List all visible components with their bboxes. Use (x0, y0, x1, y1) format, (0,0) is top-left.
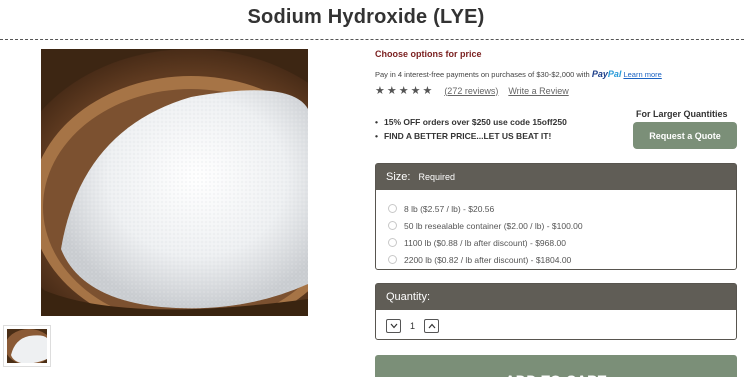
promo-list: 15% OFF orders over $250 use code 15off2… (375, 115, 567, 143)
promo-item: 15% OFF orders over $250 use code 15off2… (375, 115, 567, 129)
quantity-stepper: 1 (376, 310, 736, 333)
product-thumbnail[interactable] (3, 325, 51, 367)
size-option-label: 8 lb ($2.57 / lb) - $20.56 (404, 203, 495, 214)
add-to-cart-button[interactable]: ADD TO CART (375, 355, 737, 377)
size-option-50lb[interactable]: 50 lb resealable container ($2.00 / lb) … (388, 217, 736, 234)
size-label: Size: (386, 171, 411, 183)
size-header: Size: Required (376, 164, 736, 190)
size-option-2200lb[interactable]: 2200 lb ($0.82 / lb after discount) - $1… (388, 251, 736, 268)
size-option-8lb[interactable]: 8 lb ($2.57 / lb) - $20.56 (388, 200, 736, 217)
title-divider (0, 39, 744, 40)
quantity-header: Quantity: (376, 284, 736, 310)
write-review-link[interactable]: Write a Review (508, 86, 568, 96)
promo-item: FIND A BETTER PRICE...LET US BEAT IT! (375, 129, 567, 143)
learn-more-link[interactable]: Learn more (623, 70, 661, 79)
quantity-input[interactable]: 1 (401, 321, 424, 331)
radio-icon[interactable] (388, 221, 397, 230)
chevron-up-icon (428, 323, 435, 329)
quantity-label: Quantity: (386, 291, 431, 303)
paypal-installments: Pay in 4 interest-free payments on purch… (375, 69, 662, 79)
size-option-label: 50 lb resealable container ($2.00 / lb) … (404, 220, 583, 231)
larger-quantities-heading: For Larger Quantities (636, 109, 728, 119)
rating-row: ★★★★★ (272 reviews) Write a Review (375, 84, 569, 97)
size-option-1100lb[interactable]: 1100 lb ($0.88 / lb after discount) - $9… (388, 234, 736, 251)
reviews-link[interactable]: (272 reviews) (444, 86, 498, 96)
size-option-label: 2200 lb ($0.82 / lb after discount) - $1… (404, 254, 572, 265)
quantity-selector: Quantity: 1 (375, 283, 737, 340)
product-main-image[interactable] (41, 49, 308, 316)
paypal-logo: PayPal (591, 69, 622, 79)
radio-icon[interactable] (388, 255, 397, 264)
page-title: Sodium Hydroxide (LYE) (247, 6, 485, 28)
radio-icon[interactable] (388, 238, 397, 247)
chevron-down-icon (390, 323, 397, 329)
quantity-increase-button[interactable] (424, 319, 439, 333)
quantity-decrease-button[interactable] (386, 319, 401, 333)
required-label: Required (418, 172, 455, 182)
request-quote-button[interactable]: Request a Quote (633, 122, 737, 149)
radio-icon[interactable] (388, 204, 397, 213)
paypal-text: Pay in 4 interest-free payments on purch… (375, 70, 590, 79)
star-icon: ★★★★★ (375, 85, 435, 97)
size-selector: Size: Required 8 lb ($2.57 / lb) - $20.5… (375, 163, 737, 270)
choose-options-label: Choose options for price (375, 49, 482, 59)
size-option-label: 1100 lb ($0.88 / lb after discount) - $9… (404, 237, 566, 248)
